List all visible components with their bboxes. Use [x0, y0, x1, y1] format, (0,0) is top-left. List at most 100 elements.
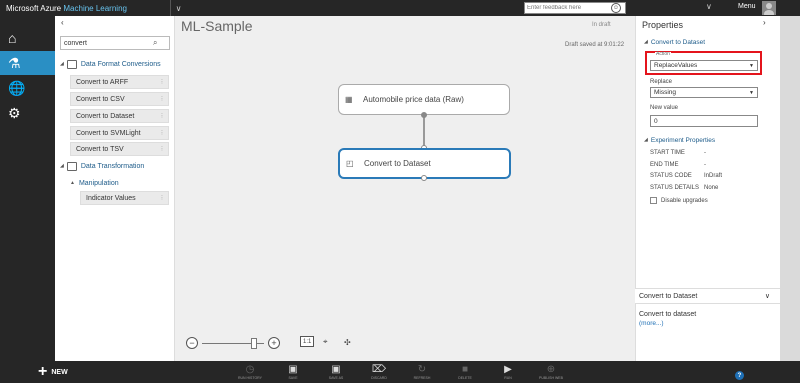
- module-item[interactable]: Convert to ARFF ⠇: [70, 75, 169, 89]
- module-item[interactable]: Convert to SVMLight ⠇: [70, 126, 169, 140]
- menu-button[interactable]: Menu: [738, 3, 756, 10]
- status-code-key: STATUS CODE: [650, 173, 692, 179]
- zoom-slider[interactable]: [202, 337, 264, 349]
- grip-icon: ⠇: [160, 146, 165, 153]
- workspace-chevron-icon[interactable]: ∨: [170, 0, 186, 16]
- module-item[interactable]: Indicator Values ⠇: [80, 191, 169, 205]
- status-details-key: STATUS DETAILS: [650, 185, 700, 191]
- save-as-button[interactable]: ▣ SAVE AS: [321, 364, 351, 382]
- collapse-properties-icon[interactable]: ›: [763, 18, 766, 27]
- run-button[interactable]: ▶ RUN: [493, 364, 523, 382]
- feedback-box: ☺: [524, 2, 626, 14]
- experiment-canvas[interactable]: [175, 16, 635, 361]
- quick-help-header[interactable]: Convert to Dataset ∨: [635, 288, 780, 304]
- top-bar: Microsoft Azure Machine Learning: [0, 0, 800, 16]
- web-services-globe-icon[interactable]: 🌐: [0, 76, 55, 100]
- new-value-field: [650, 115, 758, 127]
- search-icon[interactable]: ⌕: [153, 38, 157, 48]
- experiments-flask-icon[interactable]: ⚗: [0, 51, 55, 75]
- action-select[interactable]: ReplaceValues ▼: [650, 60, 758, 71]
- experiment-state: In draft: [592, 22, 611, 28]
- end-time-value: -: [704, 162, 706, 168]
- brand-product: Machine Learning: [63, 3, 127, 13]
- quick-help-description: Convert to dataset: [639, 311, 697, 318]
- play-icon: ▶: [504, 364, 512, 375]
- grip-icon: ⠇: [160, 130, 165, 137]
- quick-help-more-link[interactable]: (more...): [639, 320, 664, 327]
- section-convert-to-dataset[interactable]: ◢ Convert to Dataset: [644, 37, 705, 47]
- pan-move-icon[interactable]: ✣: [344, 336, 351, 348]
- clock-icon: ◷: [245, 364, 255, 375]
- checkbox-box[interactable]: [650, 197, 657, 204]
- module-item[interactable]: Convert to CSV ⠇: [70, 92, 169, 106]
- status-details-value: None: [704, 185, 719, 191]
- zoom-slider-thumb[interactable]: [251, 337, 257, 349]
- collapse-palette-icon[interactable]: ‹: [61, 18, 64, 27]
- save-button[interactable]: ▣ SAVE: [278, 364, 308, 382]
- fit-to-screen-icon[interactable]: ⌖: [323, 336, 328, 348]
- palette-search-input[interactable]: [61, 37, 153, 49]
- module-item[interactable]: Convert to Dataset ⠇: [70, 109, 169, 123]
- plus-icon: +: [38, 363, 48, 380]
- settings-gear-icon[interactable]: ⚙: [0, 101, 55, 125]
- brand[interactable]: Microsoft Azure Machine Learning: [0, 4, 127, 13]
- account-chevron-icon[interactable]: ∨: [706, 2, 712, 11]
- grip-icon: ⠇: [160, 96, 165, 103]
- expanded-triangle-icon: ◢: [60, 61, 64, 67]
- publish-web-button[interactable]: ⊕ PUBLISH WEB: [536, 364, 566, 382]
- disable-upgrades-checkbox[interactable]: Disable upgrades: [650, 197, 708, 204]
- refresh-button[interactable]: ↻ REFRESH: [407, 364, 437, 382]
- category-data-format-conversions[interactable]: ◢ Data Format Conversions: [60, 58, 161, 70]
- zoom-out-icon[interactable]: −: [186, 337, 198, 349]
- node-automobile-price-data[interactable]: ▦ Automobile price data (Raw): [338, 84, 510, 115]
- subcategory-manipulation[interactable]: ▲ Manipulation: [70, 178, 119, 188]
- discard-button[interactable]: ⌦ DISCARD: [364, 364, 394, 382]
- run-history-button[interactable]: ◷ RUN HISTORY: [235, 364, 265, 382]
- actual-size-button[interactable]: 1:1: [300, 336, 315, 347]
- chevron-down-icon[interactable]: ∨: [765, 292, 770, 300]
- feedback-input[interactable]: [525, 3, 611, 13]
- connection-line: [423, 115, 425, 148]
- grip-icon: ⠇: [160, 113, 165, 120]
- new-button[interactable]: + NEW: [38, 363, 68, 380]
- expanded-triangle-icon: ◢: [60, 163, 64, 169]
- dropdown-caret-icon: ▼: [749, 89, 754, 96]
- action-label: Action: [655, 51, 671, 57]
- replace-select[interactable]: Missing ▼: [650, 87, 758, 98]
- help-icon[interactable]: ?: [735, 371, 744, 380]
- delete-button[interactable]: ■ DELETE: [450, 364, 480, 382]
- expanded-triangle-icon: ▲: [70, 180, 75, 186]
- convert-module-icon: ◰: [346, 159, 354, 168]
- zoom-controls: − +: [186, 336, 280, 350]
- avatar[interactable]: [762, 1, 776, 15]
- new-value-label: New value: [650, 105, 679, 111]
- home-icon[interactable]: ⌂: [0, 26, 55, 50]
- stop-icon: ■: [461, 364, 469, 375]
- smiley-icon[interactable]: ☺: [611, 3, 621, 13]
- brand-prefix: Microsoft Azure: [6, 3, 62, 13]
- dataset-table-icon: ▦: [345, 95, 353, 104]
- status-code-value: InDraft: [704, 173, 723, 179]
- trash-icon: ⌦: [371, 364, 387, 375]
- end-time-key: END TIME: [650, 162, 679, 168]
- right-scroll-gutter: [780, 16, 800, 361]
- section-experiment-properties[interactable]: ◢ Experiment Properties: [644, 135, 715, 145]
- output-port[interactable]: [421, 175, 427, 181]
- category-data-transformation[interactable]: ◢ Data Transformation: [60, 160, 144, 172]
- expanded-triangle-icon: ◢: [644, 39, 648, 45]
- globe-icon: ⊕: [546, 364, 556, 375]
- palette-search: ⌕: [60, 36, 170, 50]
- expanded-triangle-icon: ◢: [644, 137, 648, 143]
- start-time-key: START TIME: [650, 150, 685, 156]
- zoom-in-icon[interactable]: +: [268, 337, 280, 349]
- draft-saved-status: Draft saved at 9:01:22: [565, 42, 625, 48]
- experiment-title[interactable]: ML-Sample: [181, 18, 253, 34]
- module-item[interactable]: Convert to TSV ⠇: [70, 142, 169, 156]
- refresh-icon: ↻: [417, 364, 427, 375]
- grip-icon: ⠇: [160, 195, 165, 202]
- new-value-input[interactable]: [651, 116, 757, 126]
- dropdown-caret-icon: ▼: [749, 62, 754, 69]
- replace-label: Replace: [650, 79, 673, 85]
- output-port[interactable]: [421, 112, 427, 118]
- category-folder-icon: [66, 161, 77, 171]
